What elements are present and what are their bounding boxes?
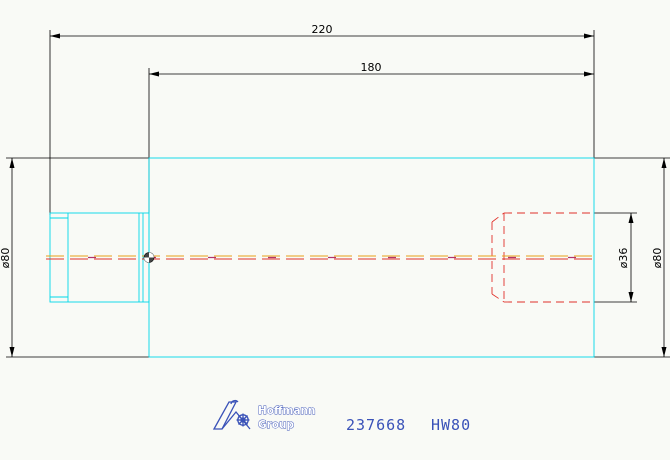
center-mark-icon — [143, 252, 155, 263]
dimension-inner-length — [148, 68, 594, 215]
part-number: 237668 — [346, 416, 406, 434]
center-axis — [46, 255, 598, 260]
dim-label-180: 180 — [361, 61, 382, 74]
dimension-left-diameter — [6, 157, 149, 358]
dim-label-220: 220 — [312, 23, 333, 36]
hidden-bore — [491, 212, 594, 303]
brand-line-2: Group — [258, 419, 294, 431]
hoffmann-logo-icon — [212, 399, 251, 430]
dim-label-left-diameter: ø80 — [0, 248, 12, 269]
drawing-svg: 220 180 ø80 ø80 ø36 Hoffmann Group 23766… — [0, 23, 670, 434]
dim-label-right-diameter: ø80 — [651, 248, 664, 269]
dim-label-bore-diameter: ø36 — [617, 248, 630, 269]
brand-line-1: Hoffmann — [258, 405, 315, 417]
dimension-bore-diameter — [594, 212, 637, 303]
part-code: HW80 — [431, 416, 471, 434]
technical-drawing: 220 180 ø80 ø80 ø36 Hoffmann Group 23766… — [0, 0, 670, 460]
dimension-overall-length — [49, 30, 595, 215]
